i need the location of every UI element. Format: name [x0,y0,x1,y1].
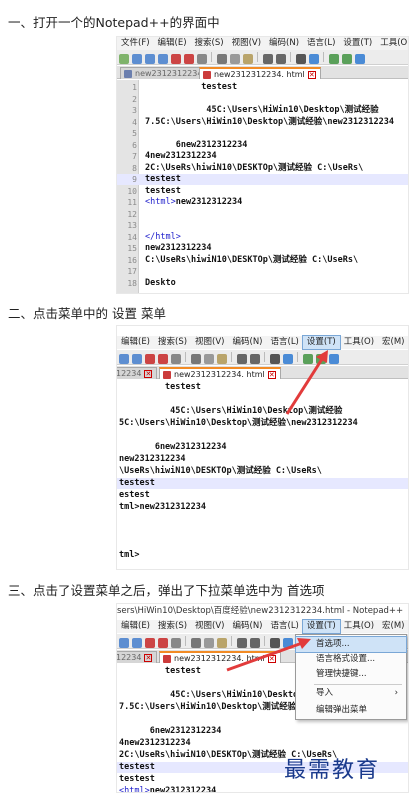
line-text: 4new2312312234 [145,151,217,161]
document-icon [124,70,132,78]
line-number: 12 [127,209,137,219]
toolbar-separator [211,52,212,62]
editor-line[interactable]: 6 6new2312312234 [117,140,408,151]
line-number: 7 [132,152,137,161]
tab-new2312312234-html[interactable]: new2312312234. html ✕ [199,67,321,79]
undo-icon[interactable] [263,54,273,64]
toolbar-separator [290,52,291,62]
zoom-in-icon[interactable] [329,54,339,64]
print-icon[interactable] [197,54,207,64]
toolbar-separator [257,52,258,62]
line-number: 13 [127,221,137,230]
menu-language[interactable]: 语言(L) [303,37,339,50]
line-number: 6 [132,140,137,150]
close-tab-icon[interactable]: ✕ [307,71,316,79]
line-text: 45C:\Users\HiWin10\Desktop\测试经验 [145,105,379,115]
menu-view[interactable]: 视图(V) [228,37,265,50]
editor-line[interactable]: 3 45C:\Users\HiWin10\Desktop\测试经验 [117,105,408,116]
screenshot-two: 编辑(E) 搜索(S) 视图(V) 编码(N) 语言(L) 设置(T) 工具(O) 宏(M) … [116,325,409,570]
line-text: 2C:\UseRs\hiwiN10\DESKTOp\测试经验 C:\UseRs\ [145,162,364,173]
editor-line[interactable]: 13 [117,220,408,231]
arrow-shaft [226,640,306,672]
tab-new2312312234[interactable]: new2312312234 [120,67,208,79]
menu-encoding[interactable]: 编码(N) [265,37,303,50]
editor-line[interactable]: 14 </html> [117,232,408,243]
paste-icon[interactable] [243,54,253,64]
editor-line[interactable]: 9 testest [117,174,408,185]
editor-line[interactable]: 12 [117,209,408,220]
line-text: testest [145,174,181,184]
tab-label: new2312312234 [135,69,203,78]
editor-line[interactable]: 1 testest [117,82,408,93]
editor-line[interactable]: 15 new2312312234 [117,243,408,254]
editor[interactable]: 1 testest 2 3 45C:\Users\HiWin10\Desktop\测… [117,80,408,293]
new-file-icon[interactable] [119,54,129,64]
line-number: 15 [127,244,137,253]
copy-icon[interactable] [230,54,240,64]
cut-icon[interactable] [217,54,227,64]
menu-file[interactable]: 文件(F) [117,37,154,50]
menu-bar: 文件(F) 编辑(E) 搜索(S) 视图(V) 编码(N) 语言(L) 设置(T) 工具(O)… [117,37,408,50]
zoom-out-icon[interactable] [342,54,352,64]
editor-line[interactable]: 10 testest [117,186,408,197]
menu-edit[interactable]: 编辑(E) [154,37,191,50]
line-text: </html> [145,231,181,242]
line-text: 6new2312312234 [145,139,248,150]
menu-tools[interactable]: 工具(O) [376,37,408,50]
replace-icon[interactable] [309,54,319,64]
line-number: 14 [127,232,137,242]
line-text: testest [145,185,181,196]
editor-line[interactable]: 17 [117,266,408,277]
close-icon[interactable] [171,54,181,64]
line-number: 1 [132,83,137,92]
tab-bar: new2312312234 new2312312234. html ✕ [117,66,408,79]
line-text: Deskto [145,277,176,288]
line-number: 16 [127,255,137,265]
editor-line[interactable]: 5 [117,128,408,139]
editor-line[interactable]: 18 Deskto [117,278,408,289]
redo-icon[interactable] [276,54,286,64]
close-all-icon[interactable] [184,54,194,64]
watermark-logo: 最需教育 [284,758,381,783]
step-one-title: 一、打开一个的Notepad++的界面中 [8,15,220,30]
line-text: 7.5C:\Users\HiWin10\Desktop\测试经验\new2312… [145,116,394,127]
line-text: testest [145,82,238,92]
toolbar-separator [323,52,324,62]
line-number: 2 [132,94,137,104]
arrow-shaft [285,355,326,415]
line-number: 11 [127,198,137,207]
line-number: 4 [132,117,137,127]
line-text: new2312312234 [145,243,212,253]
line-text: <html>new2312312234 [145,197,243,207]
find-icon[interactable] [296,54,306,64]
line-number: 5 [132,129,137,138]
editor-line[interactable]: 16 C:\UseRs\hiwiN10\DESKTOp\测试经验 C:\UseRs… [117,255,408,266]
sync-icon[interactable] [355,54,365,64]
editor-line[interactable]: 8 2C:\UseRs\hiwiN10\DESKTOp\测试经验 C:\UseRs… [117,163,408,174]
pointer-arrow [285,350,328,415]
save-all-icon[interactable] [158,54,168,64]
line-number: 17 [127,267,137,276]
menu-search[interactable]: 搜索(S) [191,37,228,50]
editor-line[interactable]: 4 7.5C:\Users\HiWin10\Desktop\测试经验\new231… [117,117,408,128]
line-number: 8 [132,163,137,173]
save-icon[interactable] [145,54,155,64]
screenshot-one: 文件(F) 编辑(E) 搜索(S) 视图(V) 编码(N) 语言(L) 设置(T) 工具(O)… [116,36,409,294]
menu-settings[interactable]: 设置(T) [339,37,376,50]
step-three-title: 三、点击了设置菜单之后，弹出了下拉菜单选中为 首选项 [8,583,325,598]
tab-label: new2312312234. html [214,70,305,79]
line-text: C:\UseRs\hiwiN10\DESKTOp\测试经验 C:\UseRs\ [145,254,359,265]
line-number: 3 [132,106,137,115]
document-icon [203,71,211,79]
line-number: 9 [132,175,137,184]
line-number: 10 [127,186,137,196]
line-number: 18 [127,278,137,288]
editor-line[interactable]: 7 4new2312312234 [117,151,408,162]
editor-line[interactable]: 2 [117,94,408,105]
editor-line[interactable]: 11 <html>new2312312234 [117,197,408,208]
toolbar [117,50,408,65]
step-two-title: 二、点击菜单中的 设置 菜单 [8,306,166,321]
open-file-icon[interactable] [132,54,142,64]
